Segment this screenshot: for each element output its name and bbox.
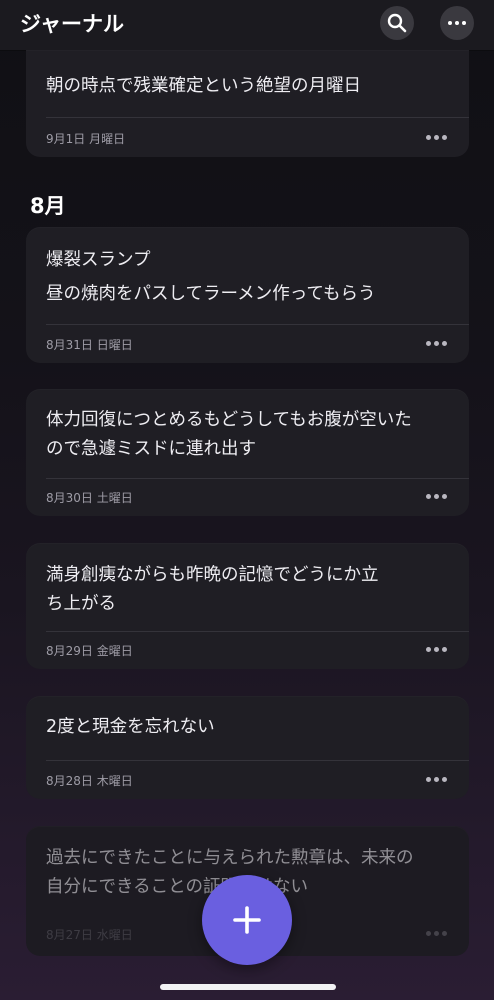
entry-date: 8月30日 土曜日 xyxy=(46,491,133,505)
entry-text: 体力回復につとめるもどうしてもお腹が空いた ので急遽ミスドに連れ出す xyxy=(46,410,412,459)
search-button[interactable] xyxy=(380,6,414,40)
journal-entry-card[interactable]: 体力回復につとめるもどうしてもお腹が空いた ので急遽ミスドに連れ出す 8月30日… xyxy=(26,389,469,516)
journal-entry-card[interactable]: 朝の時点で残業確定という絶望の月曜日 9月1日 月曜日 xyxy=(26,50,469,157)
more-horizontal-icon xyxy=(448,21,466,25)
page-title: ジャーナル xyxy=(20,12,124,36)
entry-more-icon[interactable] xyxy=(426,931,447,936)
new-entry-button[interactable] xyxy=(202,875,292,965)
home-indicator[interactable] xyxy=(160,984,336,990)
more-button[interactable] xyxy=(440,6,474,40)
entry-more-icon[interactable] xyxy=(426,135,447,140)
entry-text: 朝の時点で残業確定という絶望の月曜日 xyxy=(46,76,361,96)
plus-icon xyxy=(233,906,261,934)
entry-date: 8月28日 木曜日 xyxy=(46,774,133,788)
entry-more-icon[interactable] xyxy=(426,647,447,652)
entry-date: 9月1日 月曜日 xyxy=(46,132,126,146)
entry-date: 8月29日 金曜日 xyxy=(46,644,133,658)
entry-text: 爆裂スランプ 昼の焼肉をパスしてラーメン作ってもらう xyxy=(46,250,376,304)
entry-date: 8月27日 水曜日 xyxy=(46,928,133,942)
journal-entry-card[interactable]: 満身創痍ながらも昨晩の記憶でどうにか立 ち上がる 8月29日 金曜日 xyxy=(26,543,469,669)
entry-more-icon[interactable] xyxy=(426,341,447,346)
entry-more-icon[interactable] xyxy=(426,777,447,782)
journal-entry-card[interactable]: 爆裂スランプ 昼の焼肉をパスしてラーメン作ってもらう 8月31日 日曜日 xyxy=(26,227,469,363)
top-bar: ジャーナル xyxy=(0,0,494,51)
journal-entry-card[interactable]: 2度と現金を忘れない 8月28日 木曜日 xyxy=(26,696,469,799)
month-heading: 8月 xyxy=(30,194,66,218)
entry-date: 8月31日 日曜日 xyxy=(46,338,133,352)
search-icon xyxy=(387,13,407,33)
entry-text: 2度と現金を忘れない xyxy=(46,717,215,737)
entry-text: 満身創痍ながらも昨晩の記憶でどうにか立 ち上がる xyxy=(46,565,379,614)
entry-more-icon[interactable] xyxy=(426,494,447,499)
